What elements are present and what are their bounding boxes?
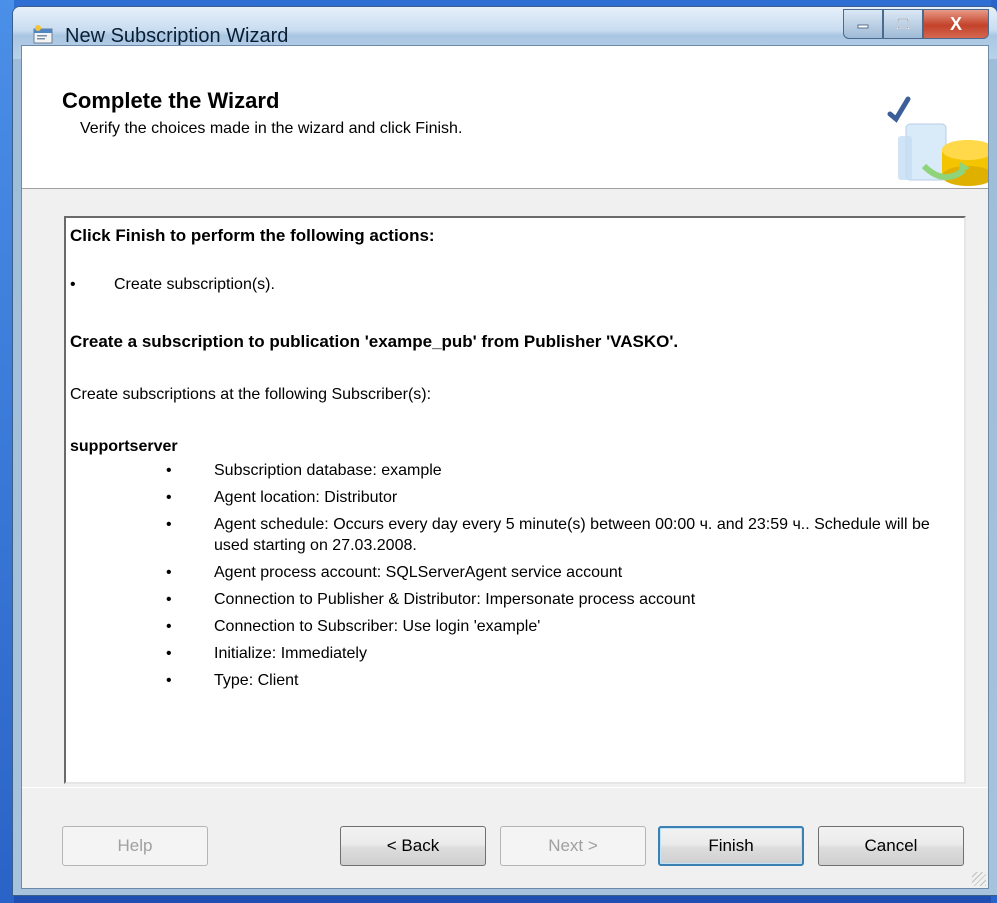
minimize-button[interactable]	[843, 9, 883, 39]
page-subtitle: Verify the choices made in the wizard an…	[80, 120, 463, 137]
detail-item: • Agent location: Distributor	[162, 487, 942, 508]
wizard-window: New Subscription Wizard X Complete the W…	[12, 6, 997, 896]
bullet: •	[166, 516, 172, 533]
back-button[interactable]: < Back	[340, 826, 486, 866]
button-bar: Help < Back Next > Finish Cancel	[22, 787, 988, 888]
close-icon: X	[949, 13, 962, 34]
summary-textbox[interactable]: Click Finish to perform the following ac…	[64, 216, 966, 784]
detail-text: Connection to Publisher & Distributor: I…	[214, 591, 696, 608]
resize-grip[interactable]	[972, 872, 986, 886]
subscriber-name: supportserver	[70, 438, 178, 455]
detail-item: • Connection to Publisher & Distributor: …	[162, 589, 942, 610]
window-controls: X	[843, 9, 989, 43]
maximize-button[interactable]	[883, 9, 923, 39]
detail-item: • Initialize: Immediately	[162, 643, 942, 664]
next-button[interactable]: Next >	[500, 826, 646, 866]
detail-text: Agent process account: SQLServerAgent se…	[214, 564, 623, 581]
detail-text: Agent schedule: Occurs every day every 5…	[214, 516, 930, 554]
cancel-button[interactable]: Cancel	[818, 826, 964, 866]
wizard-client-area: Complete the Wizard Verify the choices m…	[21, 45, 989, 889]
page-title: Complete the Wizard	[62, 88, 280, 113]
detail-text: Connection to Subscriber: Use login 'exa…	[214, 618, 541, 635]
bullet: •	[166, 672, 172, 689]
detail-text: Initialize: Immediately	[214, 645, 367, 662]
detail-text: Subscription database: example	[214, 462, 442, 479]
publication-heading: Create a subscription to publication 'ex…	[70, 332, 679, 351]
bullet: •	[166, 462, 172, 479]
help-button[interactable]: Help	[62, 826, 208, 866]
bullet: •	[70, 276, 76, 293]
minimize-icon	[857, 24, 869, 29]
detail-text: Agent location: Distributor	[214, 489, 398, 506]
detail-text: Type: Client	[214, 672, 299, 689]
subscribers-intro: Create subscriptions at the following Su…	[70, 386, 432, 403]
bullet: •	[166, 618, 172, 635]
wizard-banner-icon	[887, 96, 988, 186]
bullet: •	[166, 591, 172, 608]
action-item: • Create subscription(s).	[70, 276, 275, 294]
maximize-icon	[897, 18, 909, 29]
summary-heading: Click Finish to perform the following ac…	[70, 226, 435, 245]
bullet: •	[166, 489, 172, 506]
bullet: •	[166, 564, 172, 581]
detail-item: • Agent schedule: Occurs every day every …	[162, 514, 942, 556]
wizard-header: Complete the Wizard Verify the choices m…	[22, 46, 988, 189]
detail-item: • Subscription database: example	[162, 460, 942, 481]
detail-item: • Connection to Subscriber: Use login 'ex…	[162, 616, 942, 637]
subscription-details-list: • Subscription database: example • Agent l…	[162, 460, 942, 697]
detail-item: • Type: Client	[162, 670, 942, 691]
detail-item: • Agent process account: SQLServerAgent s…	[162, 562, 942, 583]
wizard-app-icon	[33, 25, 53, 44]
bullet: •	[166, 645, 172, 662]
action-text: Create subscription(s).	[114, 276, 275, 293]
finish-button[interactable]: Finish	[658, 826, 804, 866]
close-button[interactable]: X	[923, 9, 989, 39]
